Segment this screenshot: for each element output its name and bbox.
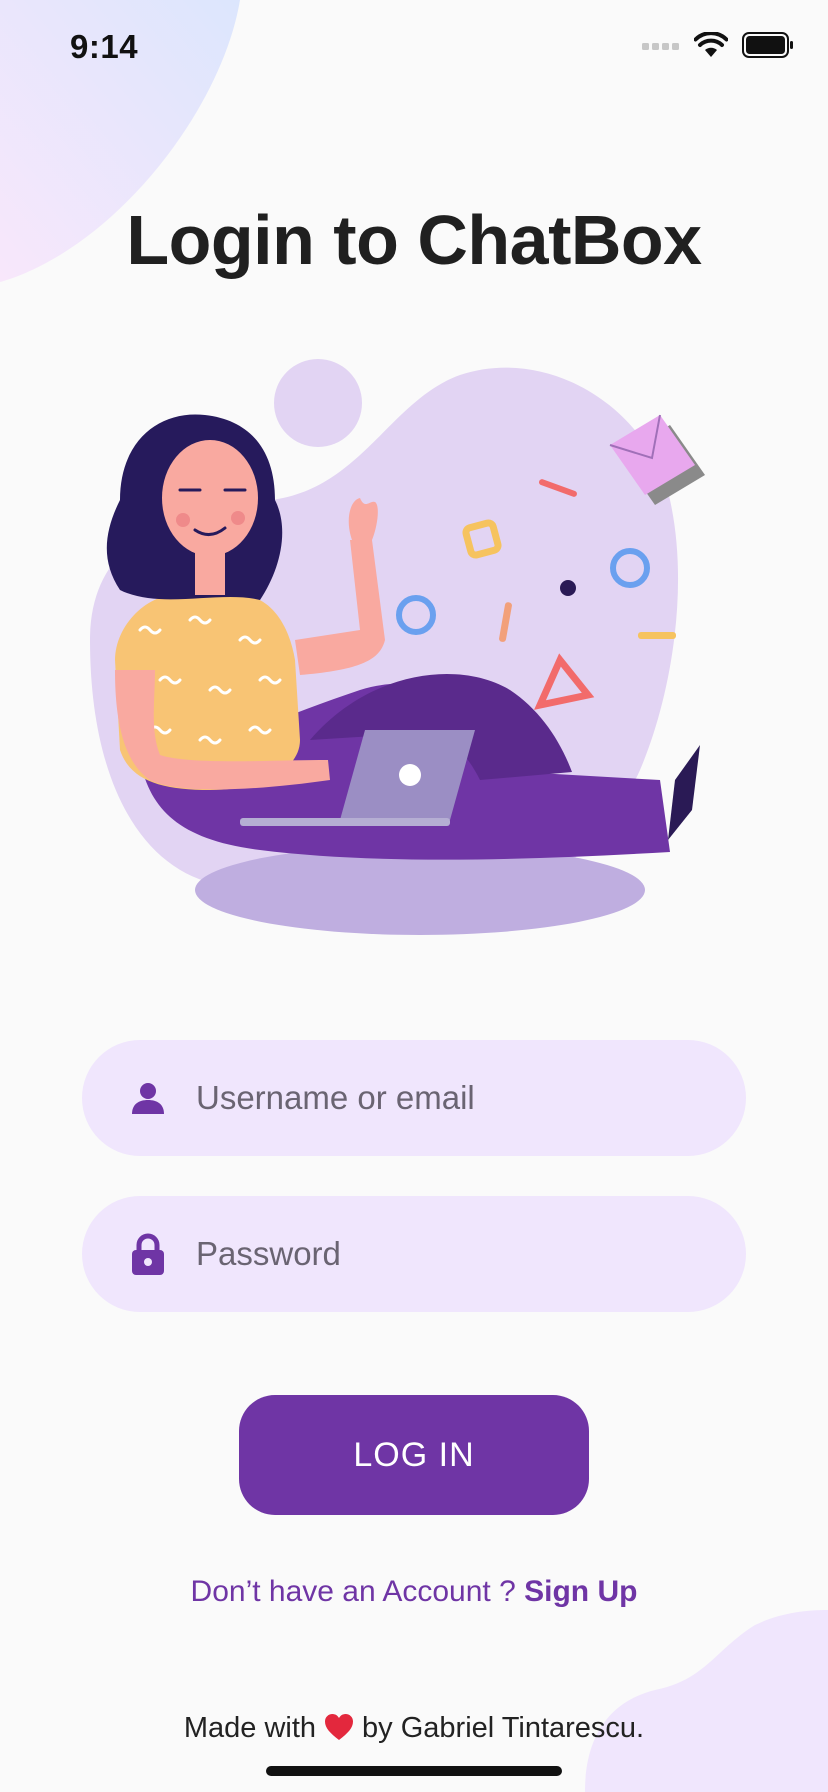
status-bar: 9:14	[0, 0, 828, 100]
footer-author: by Gabriel Tintarescu.	[362, 1712, 645, 1744]
woman-shoe	[668, 745, 700, 840]
status-icons	[642, 32, 794, 58]
footer-credit: Made with by Gabriel Tintarescu.	[0, 1712, 828, 1749]
woman-face	[162, 440, 258, 556]
floating-dot	[560, 580, 576, 596]
password-field[interactable]	[82, 1196, 746, 1312]
wifi-icon	[694, 32, 728, 57]
signup-row: Don’t have an Account ? Sign Up	[0, 1575, 828, 1609]
signup-prompt: Don’t have an Account ?	[190, 1575, 525, 1608]
laptop-logo	[399, 764, 421, 786]
password-input[interactable]	[194, 1234, 718, 1274]
footer-made-with: Made with	[183, 1712, 317, 1744]
illustration-woman-with-laptop	[90, 359, 705, 935]
person-icon	[126, 1076, 170, 1120]
status-time: 9:14	[70, 28, 139, 65]
woman-hand	[348, 498, 378, 540]
username-input[interactable]	[194, 1078, 718, 1118]
floating-dash	[638, 632, 676, 639]
home-indicator[interactable]	[266, 1766, 562, 1776]
username-field[interactable]	[82, 1040, 746, 1156]
login-button[interactable]: LOG IN	[239, 1395, 589, 1515]
small-circle	[274, 359, 362, 447]
signal-icon	[642, 43, 679, 50]
heart-icon	[324, 1713, 354, 1749]
bottom-right-blob	[585, 1610, 828, 1792]
lock-icon	[126, 1232, 170, 1276]
battery-icon	[742, 32, 793, 58]
laptop-base	[240, 818, 450, 826]
page-title: Login to ChatBox	[126, 201, 702, 279]
signup-link[interactable]: Sign Up	[524, 1575, 637, 1608]
woman-neck	[195, 550, 225, 595]
